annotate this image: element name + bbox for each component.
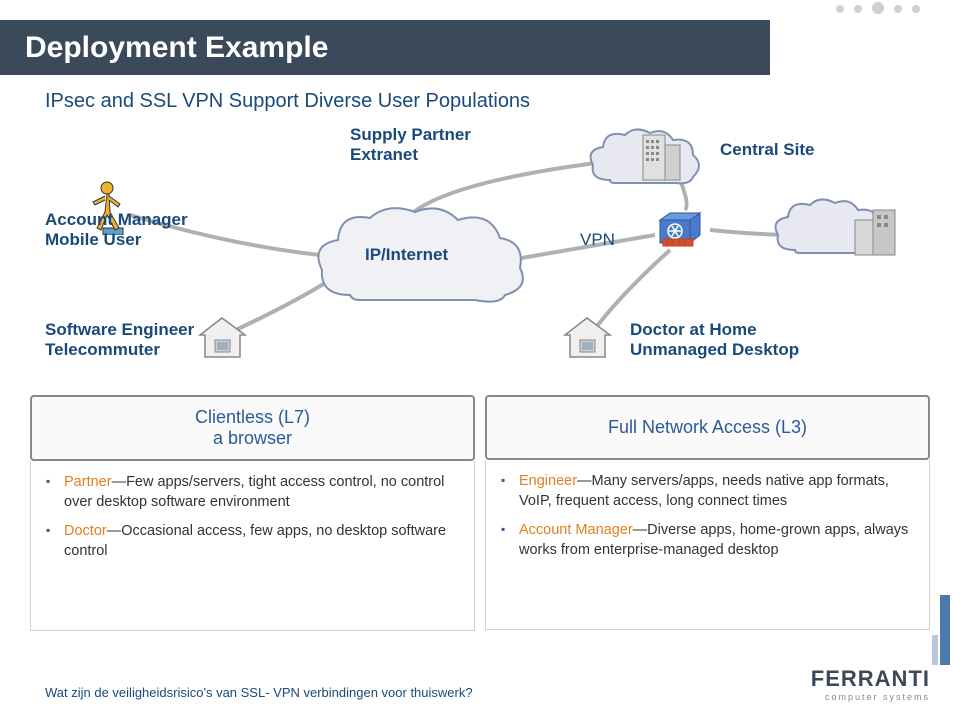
list-item: Partner—Few apps/servers, tight access c…	[56, 473, 459, 512]
list-item: Engineer—Many servers/apps, needs native…	[511, 472, 914, 511]
vpn-label: VPN	[580, 230, 615, 250]
internet-cloud: IP/Internet	[310, 200, 530, 320]
col-header: Full Network Access (L3)	[485, 395, 930, 460]
col-body: Partner—Few apps/servers, tight access c…	[30, 461, 475, 631]
title-bar: Deployment Example	[0, 20, 770, 75]
table-col-fullnetwork: Full Network Access (L3) Engineer—Many s…	[485, 395, 930, 631]
ferranti-logo: FERRANTI computer systems	[811, 666, 930, 702]
doctor-label: Doctor at Home Unmanaged Desktop	[630, 320, 799, 361]
cloud-label: IP/Internet	[365, 245, 448, 265]
subtitle: IPsec and SSL VPN Support Diverse User P…	[45, 90, 530, 113]
network-diagram: IP/Internet	[30, 125, 930, 390]
central-site-label: Central Site	[720, 140, 814, 160]
list-item: Doctor—Occasional access, few apps, no d…	[56, 522, 459, 561]
decorative-bar	[932, 635, 938, 665]
supply-partner-label: Supply Partner Extranet	[350, 125, 471, 166]
building-icon	[850, 205, 900, 260]
decorative-bar	[940, 595, 950, 665]
building-icon	[635, 130, 685, 185]
account-manager-label: Account Manager Mobile User	[45, 210, 188, 251]
col-header: Clientless (L7) a browser	[30, 395, 475, 461]
decorative-dots	[836, 0, 920, 14]
list-item: Account Manager—Diverse apps, home-grown…	[511, 521, 914, 560]
page-title: Deployment Example	[25, 31, 328, 65]
vpn-gateway-icon	[655, 205, 710, 250]
house-icon	[195, 315, 250, 360]
col-body: Engineer—Many servers/apps, needs native…	[485, 460, 930, 630]
house-icon	[560, 315, 615, 360]
table-col-clientless: Clientless (L7) a browser Partner—Few ap…	[30, 395, 475, 631]
access-table: Clientless (L7) a browser Partner—Few ap…	[30, 395, 930, 631]
engineer-label: Software Engineer Telecommuter	[45, 320, 194, 361]
footer-text: Wat zijn de veiligheidsrisico's van SSL-…	[45, 685, 473, 700]
